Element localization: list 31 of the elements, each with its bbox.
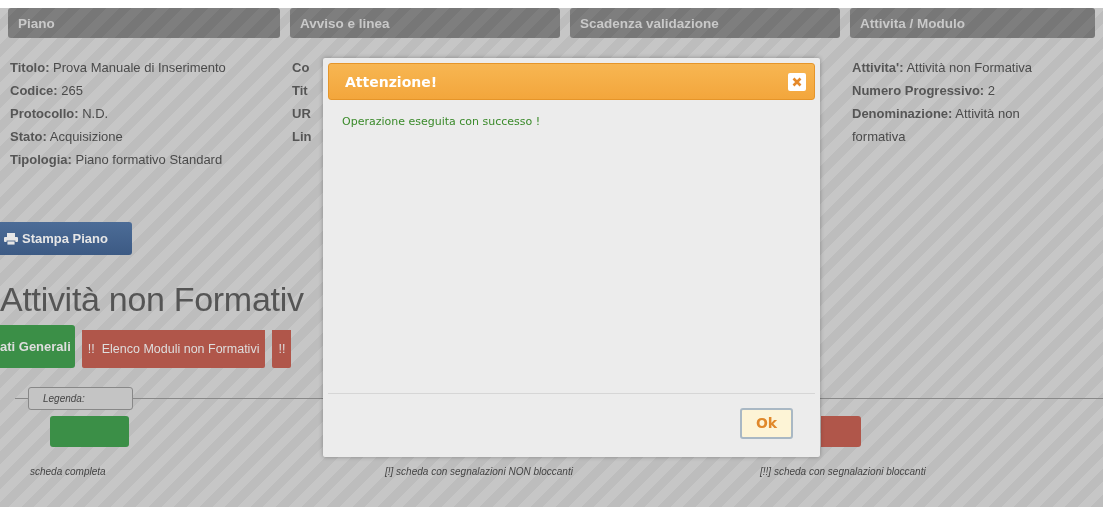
tab[interactable]: ati Generali	[0, 325, 75, 368]
panel-header: Avviso e linea	[290, 8, 560, 38]
close-button[interactable]	[788, 72, 806, 91]
field-text: Denominazione: Attività non formativa	[852, 105, 1021, 146]
legend-label: [!!] scheda con segnalazioni bloccanti	[760, 466, 926, 477]
field-text: Co	[292, 59, 310, 77]
ok-button[interactable]: Ok	[740, 407, 793, 439]
field-text: UR	[292, 105, 311, 123]
print-button[interactable]: Stampa Piano	[0, 222, 132, 255]
close-icon	[792, 76, 802, 87]
panel-header: Attivita / Modulo	[850, 8, 1095, 38]
field-text: Tipologia: Piano formativo Standard	[10, 151, 223, 169]
tab[interactable]: !! Elenco Moduli non Formativi	[81, 330, 266, 368]
field-text: Lin	[292, 128, 312, 146]
field-text: Titolo: Prova Manuale di Inserimento	[10, 59, 226, 77]
field-text: Codice: 265	[10, 82, 83, 100]
page-heading: Attività non Formativ	[0, 279, 305, 320]
panel-header: Piano	[8, 8, 280, 38]
field-text: Attivita': Attività non Formativa	[852, 59, 1033, 77]
legend-label: [!] scheda con segnalazioni NON bloccanti	[385, 466, 573, 477]
legend-title: Legenda:	[28, 387, 133, 410]
tab[interactable]: !!	[272, 330, 292, 368]
legend-label: scheda completa	[30, 466, 106, 477]
dialog-title: Attenzione!	[345, 73, 438, 90]
success-message: Operazione eseguita con successo !	[342, 115, 541, 128]
field-text: Protocollo: N.D.	[10, 105, 109, 123]
field-text: Numero Progressivo: 2	[852, 82, 996, 100]
field-text: Stato: Acquisizione	[10, 128, 123, 146]
field-text: Tit	[292, 82, 308, 100]
panel-header: Scadenza validazione	[570, 8, 840, 38]
printer-icon	[4, 232, 18, 245]
